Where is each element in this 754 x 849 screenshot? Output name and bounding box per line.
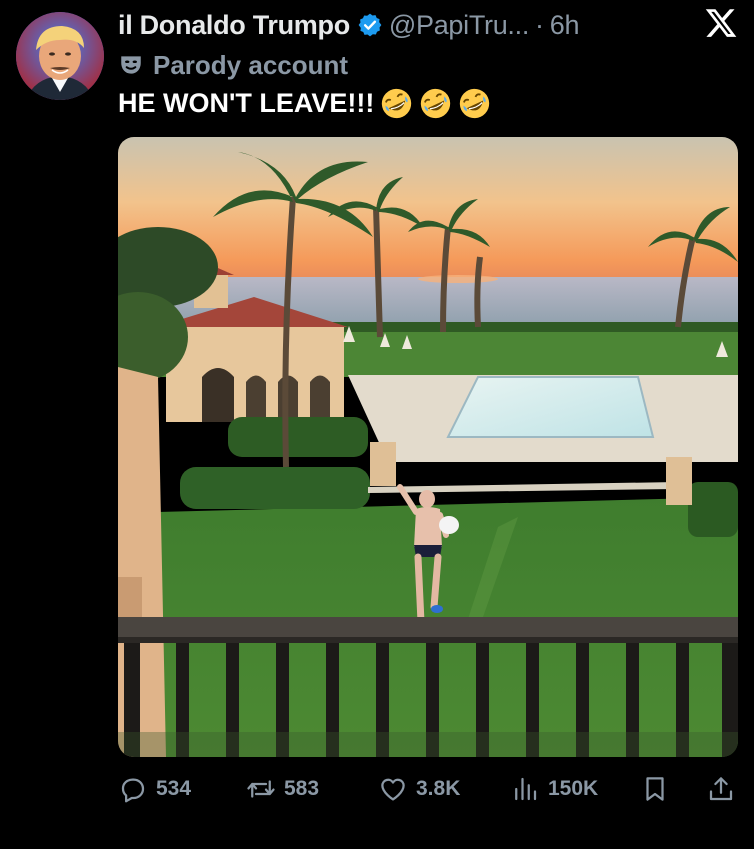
post-text-row: HE WON'T LEAVE!!! bbox=[118, 84, 497, 122]
bookmark-button[interactable] bbox=[640, 768, 670, 810]
parody-label-row: Parody account bbox=[118, 48, 348, 82]
share-icon bbox=[709, 777, 733, 801]
avatar[interactable] bbox=[16, 12, 104, 100]
repost-button[interactable]: 583 bbox=[246, 768, 319, 810]
post-media-photo[interactable] bbox=[118, 137, 738, 757]
avatar-image bbox=[16, 12, 104, 100]
share-button[interactable] bbox=[706, 768, 736, 810]
post-time[interactable]: 6h bbox=[550, 10, 580, 41]
post-text: HE WON'T LEAVE!!! bbox=[118, 87, 375, 118]
post-action-bar: 534 583 3.8K 150K bbox=[118, 768, 740, 810]
separator-dot: · bbox=[535, 9, 544, 40]
verified-badge-icon bbox=[358, 13, 382, 37]
emoji-group bbox=[380, 87, 497, 120]
repost-count: 583 bbox=[284, 777, 320, 800]
like-icon bbox=[381, 778, 405, 801]
like-button[interactable]: 3.8K bbox=[378, 768, 460, 810]
parody-label: Parody account bbox=[153, 49, 349, 80]
views-icon bbox=[515, 777, 537, 801]
x-logo-icon[interactable] bbox=[704, 6, 738, 40]
reply-button[interactable]: 534 bbox=[118, 768, 191, 810]
bookmark-icon bbox=[646, 777, 664, 801]
like-count: 3.8K bbox=[416, 777, 461, 800]
parody-mask-icon bbox=[121, 56, 141, 74]
photo-illustration bbox=[118, 137, 738, 757]
rolling-on-floor-laughing-emoji bbox=[382, 88, 412, 118]
display-name[interactable]: il Donaldo Trumpo bbox=[118, 10, 350, 41]
reply-icon bbox=[121, 778, 145, 803]
reply-count: 534 bbox=[156, 777, 192, 800]
repost-icon bbox=[247, 780, 275, 798]
views-count: 150K bbox=[548, 777, 599, 800]
handle[interactable]: @PapiTru... bbox=[389, 10, 529, 41]
post-author-row: il Donaldo Trumpo @PapiTru... · 6h bbox=[118, 6, 579, 44]
rolling-on-floor-laughing-emoji bbox=[421, 88, 451, 118]
rolling-on-floor-laughing-emoji bbox=[460, 88, 490, 118]
views-button[interactable]: 150K bbox=[510, 768, 598, 810]
